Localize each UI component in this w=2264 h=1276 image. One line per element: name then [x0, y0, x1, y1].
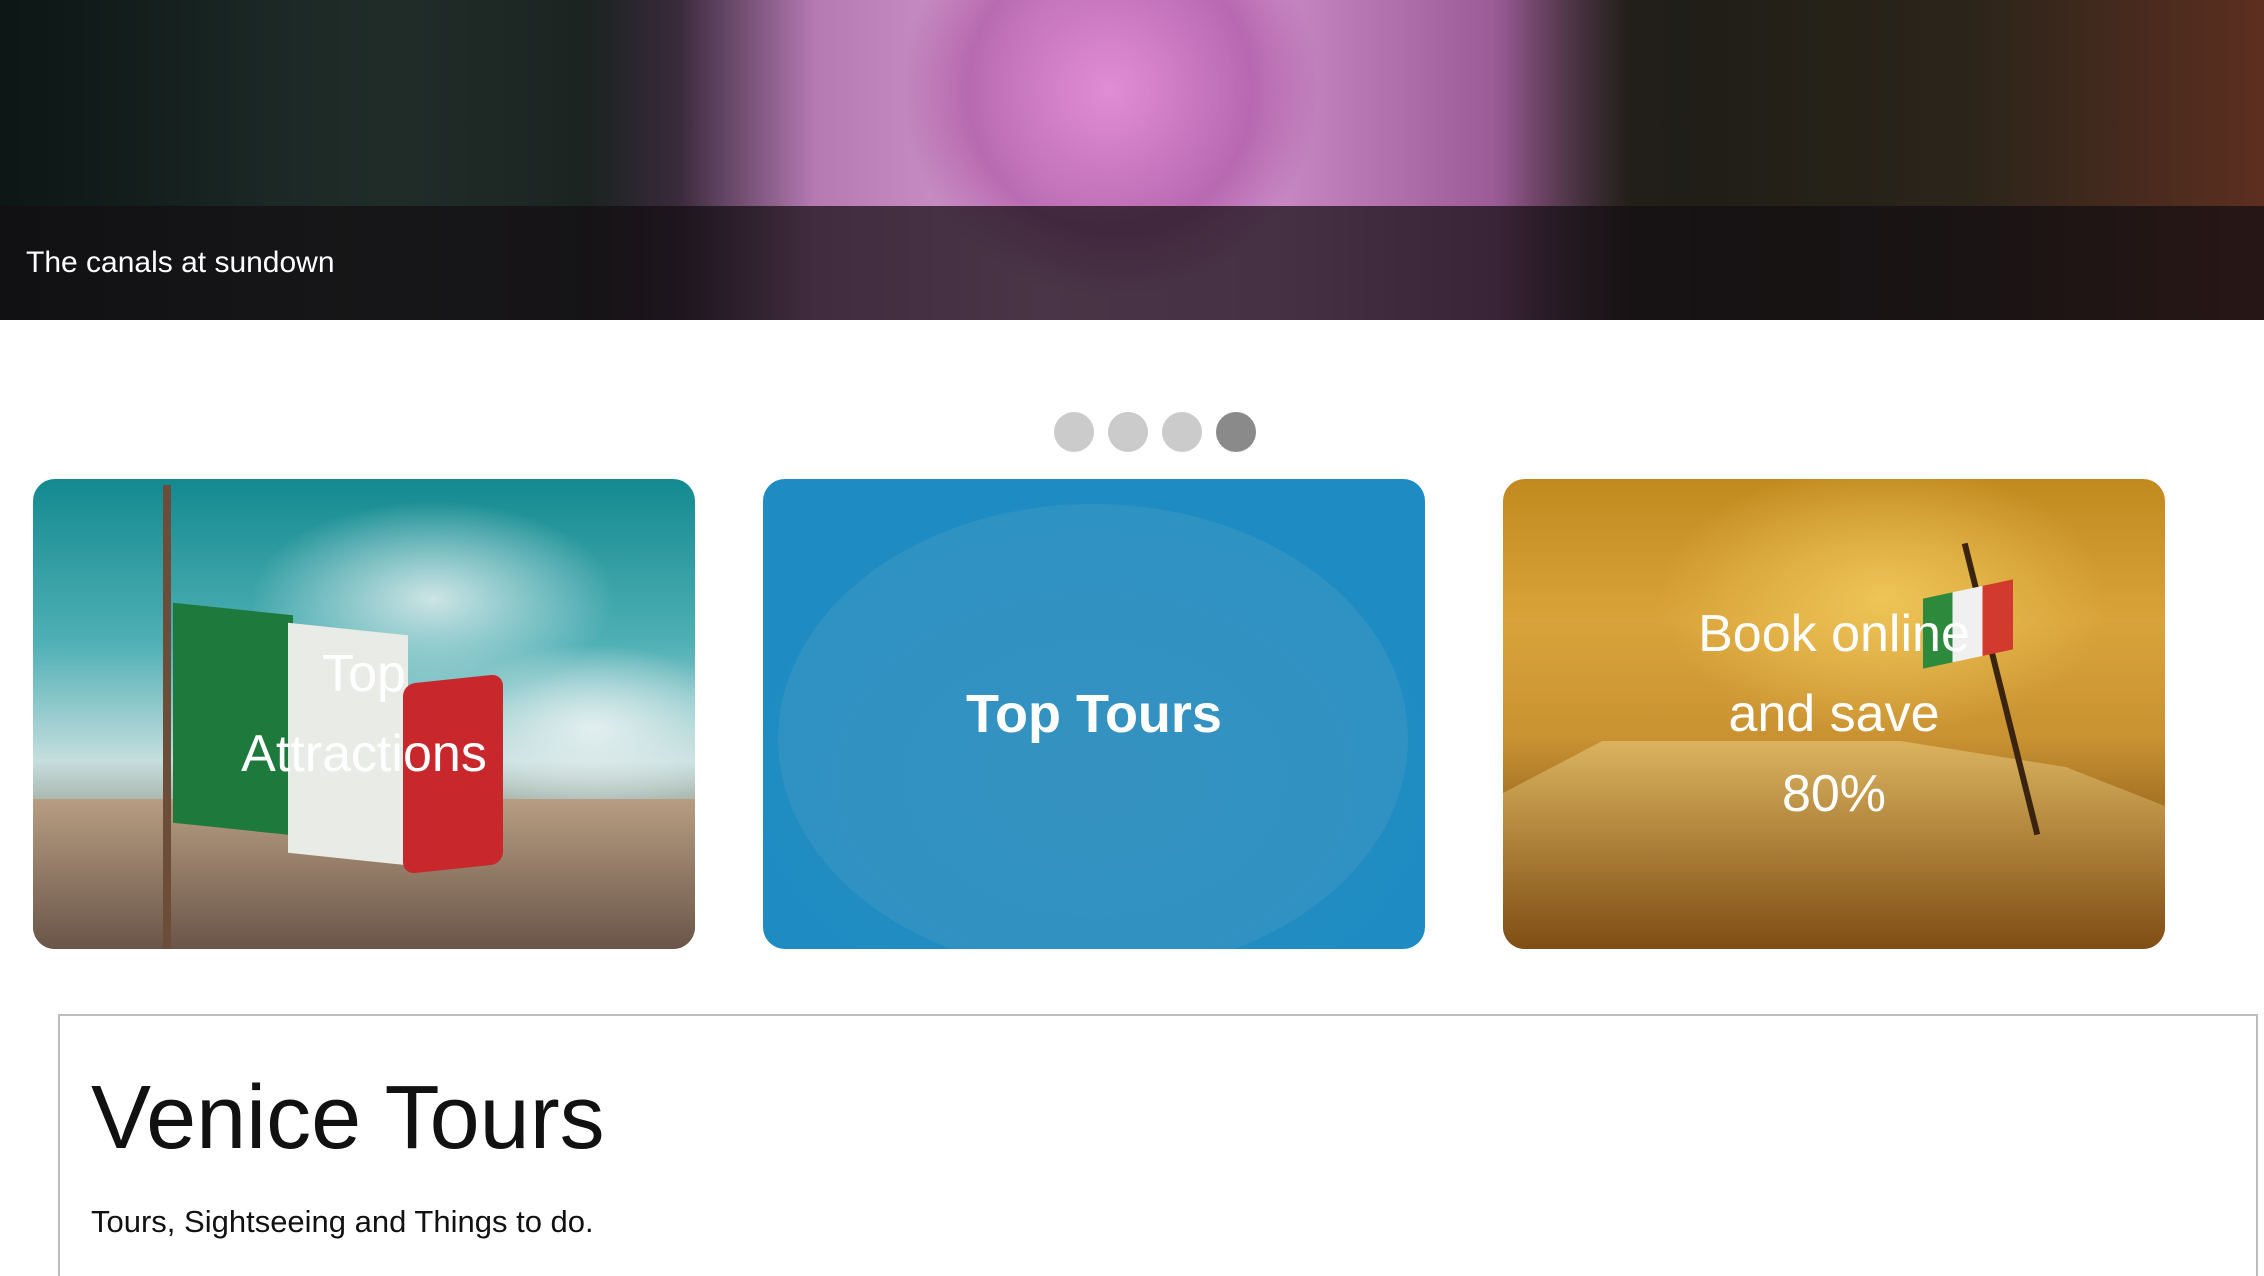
top-tours-label-line-1: Top Tours: [966, 684, 1222, 744]
book-online-label: Book online and save 80%: [1503, 594, 2165, 834]
top-attractions-label-line-1: Top: [322, 645, 406, 703]
slider-dot-2[interactable]: [1108, 412, 1148, 452]
hero-caption: The canals at sundown: [26, 246, 335, 279]
book-online-label-line-1: Book online: [1698, 605, 1970, 663]
top-attractions-card[interactable]: Top Attractions: [33, 479, 695, 949]
page-subtitle: Tours, Sightseeing and Things to do.: [91, 1204, 594, 1239]
hero-slider[interactable]: The canals at sundown: [0, 0, 2264, 320]
top-attractions-label: Top Attractions: [33, 634, 695, 794]
page-title: Venice Tours: [91, 1068, 605, 1168]
slider-dot-1[interactable]: [1054, 412, 1094, 452]
slider-pagination: [1054, 412, 1256, 452]
hero-caption-bar: [0, 206, 2264, 320]
slider-dot-4[interactable]: [1216, 412, 1256, 452]
book-online-label-line-3: 80%: [1781, 765, 1887, 823]
top-tours-card[interactable]: Top Tours: [763, 479, 1425, 949]
top-attractions-label-line-2: Attractions: [241, 725, 487, 783]
top-tours-label: Top Tours: [763, 674, 1425, 754]
intro-section: Venice Tours Tours, Sightseeing and Thin…: [58, 1014, 2258, 1276]
book-online-card[interactable]: Book online and save 80%: [1503, 479, 2165, 949]
slider-dot-3[interactable]: [1162, 412, 1202, 452]
book-online-label-line-2: and save: [1728, 685, 1940, 743]
